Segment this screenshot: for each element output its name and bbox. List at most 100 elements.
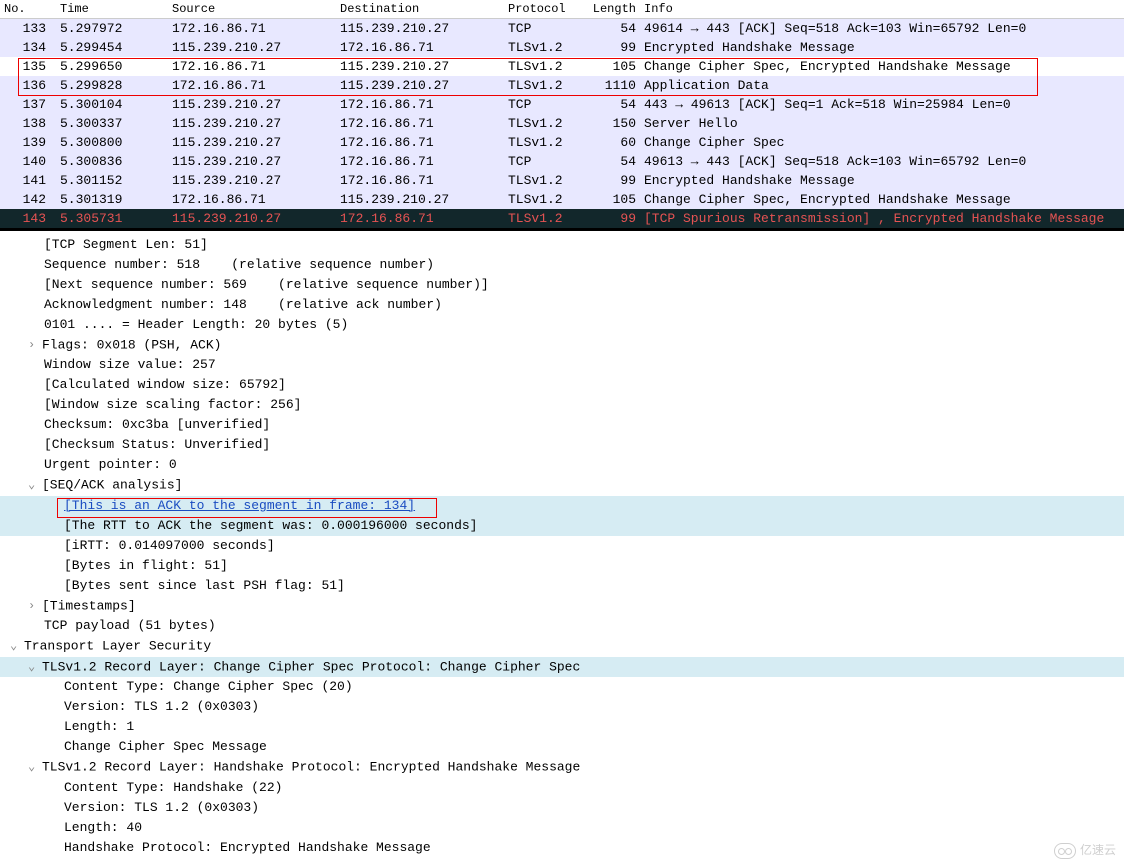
detail-checksum-status[interactable]: [Checksum Status: Unverified] (0, 435, 1124, 455)
header-protocol[interactable]: Protocol (504, 0, 584, 18)
cell-destination: 115.239.210.27 (336, 76, 504, 95)
chevron-right-icon[interactable]: › (28, 596, 42, 616)
detail-bytes-since-psh[interactable]: [Bytes sent since last PSH flag: 51] (0, 576, 1124, 596)
detail-tls-header[interactable]: ⌄Transport Layer Security (0, 636, 1124, 656)
cell-info: Application Data (640, 76, 1124, 95)
detail-seqack-label: [SEQ/ACK analysis] (42, 478, 182, 493)
packet-row[interactable]: 1365.299828172.16.86.71115.239.210.27TLS… (0, 76, 1124, 95)
detail-tcp-payload[interactable]: TCP payload (51 bytes) (0, 616, 1124, 636)
detail-window-size[interactable]: Window size value: 257 (0, 355, 1124, 375)
detail-urgent-pointer[interactable]: Urgent pointer: 0 (0, 455, 1124, 475)
cell-source: 115.239.210.27 (168, 209, 336, 228)
detail-timestamps-label: [Timestamps] (42, 598, 136, 613)
detail-timestamps[interactable]: ›[Timestamps] (0, 596, 1124, 616)
cell-time: 5.297972 (56, 19, 168, 38)
watermark: 亿速云 (1054, 841, 1116, 859)
detail-flags[interactable]: ›Flags: 0x018 (PSH, ACK) (0, 335, 1124, 355)
cell-length: 105 (584, 57, 640, 76)
cell-destination: 172.16.86.71 (336, 95, 504, 114)
cell-destination: 115.239.210.27 (336, 190, 504, 209)
chevron-down-icon[interactable]: ⌄ (28, 657, 42, 677)
detail-tls-record-1[interactable]: ⌄TLSv1.2 Record Layer: Change Cipher Spe… (0, 657, 1124, 677)
detail-irtt[interactable]: [iRTT: 0.014097000 seconds] (0, 536, 1124, 556)
header-destination[interactable]: Destination (336, 0, 504, 18)
cell-destination: 172.16.86.71 (336, 209, 504, 228)
detail-length-2[interactable]: Length: 40 (0, 818, 1124, 838)
chevron-down-icon[interactable]: ⌄ (10, 636, 24, 656)
packet-row[interactable]: 1395.300800115.239.210.27172.16.86.71TLS… (0, 133, 1124, 152)
detail-header-length[interactable]: 0101 .... = Header Length: 20 bytes (5) (0, 315, 1124, 335)
detail-checksum[interactable]: Checksum: 0xc3ba [unverified] (0, 415, 1124, 435)
packet-row[interactable]: 1355.299650172.16.86.71115.239.210.27TLS… (0, 57, 1124, 76)
detail-seqack-analysis[interactable]: ⌄[SEQ/ACK analysis] (0, 475, 1124, 495)
cell-time: 5.299650 (56, 57, 168, 76)
cell-protocol: TLSv1.2 (504, 76, 584, 95)
cell-info: Change Cipher Spec (640, 133, 1124, 152)
cell-no: 140 (0, 152, 56, 171)
detail-next-sequence[interactable]: [Next sequence number: 569 (relative seq… (0, 275, 1124, 295)
detail-content-type-2[interactable]: Content Type: Handshake (22) (0, 778, 1124, 798)
chevron-down-icon[interactable]: ⌄ (28, 475, 42, 495)
cell-time: 5.301319 (56, 190, 168, 209)
detail-tls-record-2[interactable]: ⌄TLSv1.2 Record Layer: Handshake Protoco… (0, 757, 1124, 777)
cell-source: 115.239.210.27 (168, 171, 336, 190)
cell-no: 141 (0, 171, 56, 190)
packet-row[interactable]: 1385.300337115.239.210.27172.16.86.71TLS… (0, 114, 1124, 133)
cell-no: 139 (0, 133, 56, 152)
cell-time: 5.300104 (56, 95, 168, 114)
cell-protocol: TLSv1.2 (504, 114, 584, 133)
detail-ack-to-frame[interactable]: [This is an ACK to the segment in frame:… (0, 496, 1124, 516)
cell-length: 99 (584, 38, 640, 57)
cell-destination: 172.16.86.71 (336, 38, 504, 57)
header-no[interactable]: No. (0, 0, 56, 18)
detail-tls-record-2-label: TLSv1.2 Record Layer: Handshake Protocol… (42, 760, 580, 775)
detail-bytes-in-flight[interactable]: [Bytes in flight: 51] (0, 556, 1124, 576)
cell-protocol: TLSv1.2 (504, 190, 584, 209)
cell-protocol: TLSv1.2 (504, 171, 584, 190)
detail-version-2[interactable]: Version: TLS 1.2 (0x0303) (0, 798, 1124, 818)
detail-flags-label: Flags: 0x018 (PSH, ACK) (42, 337, 221, 352)
cell-no: 142 (0, 190, 56, 209)
packet-row[interactable]: 1435.305731115.239.210.27172.16.86.71TLS… (0, 209, 1124, 228)
header-info[interactable]: Info (640, 0, 1124, 18)
detail-rtt[interactable]: [The RTT to ACK the segment was: 0.00019… (0, 516, 1124, 536)
packet-row[interactable]: 1375.300104115.239.210.27172.16.86.71TCP… (0, 95, 1124, 114)
detail-content-type-1[interactable]: Content Type: Change Cipher Spec (20) (0, 677, 1124, 697)
cell-info: Change Cipher Spec, Encrypted Handshake … (640, 57, 1124, 76)
cell-no: 137 (0, 95, 56, 114)
cell-length: 99 (584, 171, 640, 190)
detail-version-1[interactable]: Version: TLS 1.2 (0x0303) (0, 697, 1124, 717)
header-length[interactable]: Length (584, 0, 640, 18)
detail-ack-to-frame-link[interactable]: [This is an ACK to the segment in frame:… (64, 498, 415, 513)
detail-sequence-number[interactable]: Sequence number: 518 (relative sequence … (0, 255, 1124, 275)
packet-row[interactable]: 1335.297972172.16.86.71115.239.210.27TCP… (0, 19, 1124, 38)
cell-destination: 115.239.210.27 (336, 19, 504, 38)
cell-no: 136 (0, 76, 56, 95)
header-source[interactable]: Source (168, 0, 336, 18)
detail-length-1[interactable]: Length: 1 (0, 717, 1124, 737)
detail-ccs-message[interactable]: Change Cipher Spec Message (0, 737, 1124, 757)
cell-time: 5.305731 (56, 209, 168, 228)
detail-tcp-segment-len[interactable]: [TCP Segment Len: 51] (0, 235, 1124, 255)
cell-protocol: TCP (504, 152, 584, 171)
chevron-down-icon[interactable]: ⌄ (28, 757, 42, 777)
packet-row[interactable]: 1345.299454115.239.210.27172.16.86.71TLS… (0, 38, 1124, 57)
detail-calc-window[interactable]: [Calculated window size: 65792] (0, 375, 1124, 395)
detail-ack-number[interactable]: Acknowledgment number: 148 (relative ack… (0, 295, 1124, 315)
cell-source: 115.239.210.27 (168, 95, 336, 114)
header-time[interactable]: Time (56, 0, 168, 18)
cell-length: 99 (584, 209, 640, 228)
cell-destination: 172.16.86.71 (336, 171, 504, 190)
cell-length: 54 (584, 19, 640, 38)
cell-destination: 172.16.86.71 (336, 152, 504, 171)
cell-protocol: TLSv1.2 (504, 57, 584, 76)
packet-row[interactable]: 1405.300836115.239.210.27172.16.86.71TCP… (0, 152, 1124, 171)
detail-window-scale[interactable]: [Window size scaling factor: 256] (0, 395, 1124, 415)
cell-source: 115.239.210.27 (168, 114, 336, 133)
cell-info: 443 → 49613 [ACK] Seq=1 Ack=518 Win=2598… (640, 95, 1124, 114)
detail-handshake-protocol[interactable]: Handshake Protocol: Encrypted Handshake … (0, 838, 1124, 858)
chevron-right-icon[interactable]: › (28, 335, 42, 355)
packet-row[interactable]: 1415.301152115.239.210.27172.16.86.71TLS… (0, 171, 1124, 190)
packet-row[interactable]: 1425.301319172.16.86.71115.239.210.27TLS… (0, 190, 1124, 209)
packet-list-header: No. Time Source Destination Protocol Len… (0, 0, 1124, 19)
